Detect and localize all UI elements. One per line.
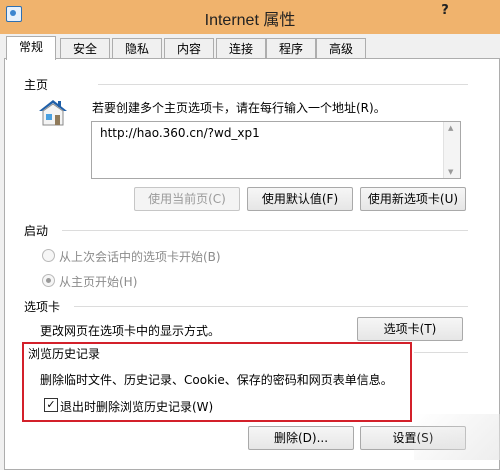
tab-general[interactable]: 常规 [6,36,56,60]
home-instruction: 若要创建多个主页选项卡，请在每行输入一个地址(R)。 [92,101,386,115]
tabs-divider [74,306,468,307]
history-highlight-box [22,342,412,422]
home-page-url-textarea[interactable]: http://hao.360.cn/?wd_xp1 ▲ ▼ [91,121,461,179]
delete-history-button[interactable]: 删除(D)... [248,426,354,450]
scroll-down-icon[interactable]: ▼ [448,168,453,176]
tabs-settings-button[interactable]: 选项卡(T) [357,317,463,341]
use-default-button[interactable]: 使用默认值(F) [247,187,353,211]
tab-programs[interactable]: 程序 [266,38,316,59]
startup-section-label: 启动 [24,224,49,238]
tabs-description: 更改网页在选项卡中的显示方式。 [40,324,221,338]
home-divider [98,84,468,85]
tab-advanced[interactable]: 高级 [316,38,366,59]
tab-security[interactable]: 安全 [60,38,110,59]
watermark-overlay [414,414,500,460]
use-new-tab-button[interactable]: 使用新选项卡(U) [360,187,466,211]
startup-divider [62,230,468,231]
scroll-up-icon[interactable]: ▲ [448,124,453,132]
radio-start-home[interactable] [42,274,55,287]
window-titlebar: Internet 属性 ? [0,0,500,34]
use-current-page-button[interactable]: 使用当前页(C) [134,187,240,211]
tab-content[interactable]: 内容 [164,38,214,59]
home-section-label: 主页 [24,78,49,92]
tab-privacy[interactable]: 隐私 [112,38,162,59]
home-page-url-value: http://hao.360.cn/?wd_xp1 [100,126,260,140]
tab-connections[interactable]: 连接 [216,38,266,59]
home-icon [39,100,67,126]
window-title: Internet 属性 [204,12,296,29]
tabs-section-label: 选项卡 [24,300,61,314]
history-divider [414,352,468,353]
start-last-session-label: 从上次会话中的选项卡开始(B) [59,250,221,264]
start-home-label: 从主页开始(H) [59,275,138,289]
help-button[interactable]: ? [436,2,454,20]
radio-start-last-session[interactable] [42,249,55,262]
url-box-scrollbar[interactable]: ▲ ▼ [443,122,460,178]
